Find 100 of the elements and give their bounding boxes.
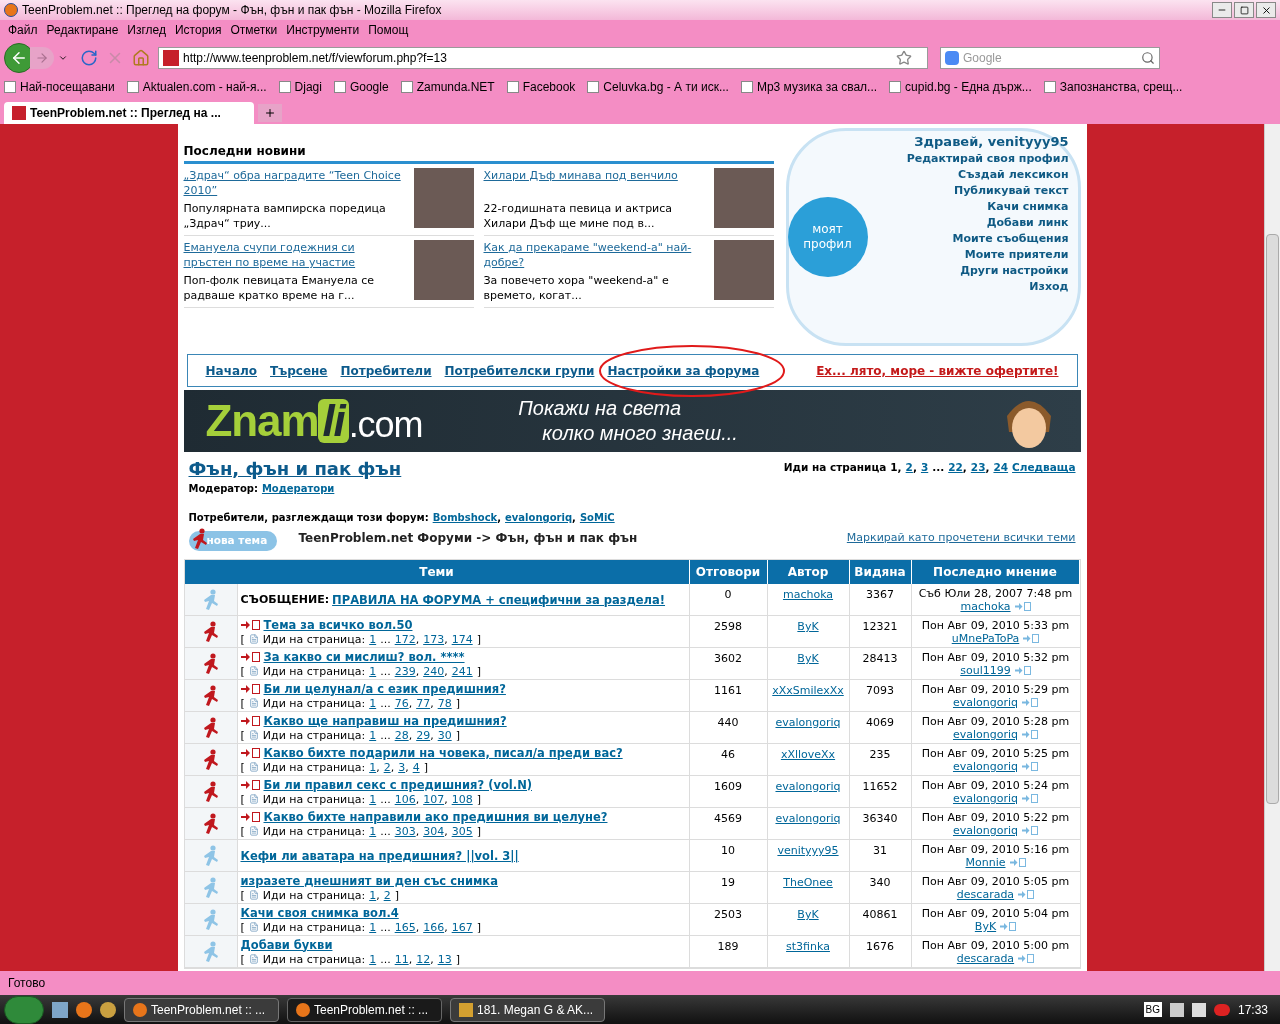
author-link[interactable]: xXlloveXx (780, 747, 836, 775)
page-link[interactable]: 4 (412, 760, 420, 774)
author-link[interactable]: evalongoriq (775, 715, 841, 743)
start-button[interactable] (4, 995, 44, 1024)
nav-link[interactable]: Начало (205, 363, 257, 378)
go-to-post-icon[interactable] (1018, 954, 1035, 963)
page-link[interactable]: 22 (948, 460, 963, 476)
search-icon[interactable] (1141, 50, 1155, 65)
bookmark-item[interactable]: Facebook (506, 78, 576, 96)
nav-link[interactable]: Потребителски групи (444, 363, 595, 378)
close-button[interactable] (1256, 2, 1276, 18)
reload-icon[interactable] (80, 48, 98, 67)
author-link[interactable]: ByK (797, 651, 819, 679)
go-to-post-icon[interactable] (1018, 890, 1035, 899)
topic-link[interactable]: Какво ще направиш на предишния? (263, 713, 507, 728)
menu-item[interactable]: Помощ (368, 21, 409, 39)
author-link[interactable]: venityyy95 (777, 843, 839, 871)
last-poster-link[interactable]: evalongoriq (952, 728, 1019, 741)
page-link[interactable]: 167 (451, 920, 473, 934)
go-to-post-icon[interactable] (1014, 602, 1031, 611)
page-link[interactable]: 78 (437, 696, 452, 710)
menu-item[interactable]: Отметки (230, 21, 278, 39)
scrollbar[interactable] (1264, 124, 1280, 971)
bookmark-item[interactable]: Най-посещавани (4, 78, 115, 96)
page-link[interactable]: 2 (383, 888, 391, 902)
bookmark-item[interactable]: Google (333, 78, 389, 96)
go-to-post-icon[interactable] (1009, 858, 1026, 867)
new-tab-button[interactable] (258, 104, 282, 122)
profile-link[interactable]: Редактирай своя профил (906, 151, 1069, 167)
page-link[interactable]: 239 (394, 664, 416, 678)
mark-read-link[interactable]: Маркирай като прочетени всички теми (846, 529, 1076, 547)
profile-link[interactable]: Изход (1029, 279, 1069, 295)
profile-link[interactable]: Публикувай текст (953, 183, 1069, 199)
news-link[interactable]: Как да прекараме "weekend-a" най-добре? (483, 240, 706, 270)
news-link[interactable]: Емануела счупи годежния си пръстен по време на участие (183, 240, 406, 270)
news-link[interactable]: „Здрач“ обра наградите “Teen Choice 2010” (183, 168, 406, 198)
topic-link[interactable]: Какво бихте направили ако предишния ви целуне? (263, 809, 608, 824)
page-link[interactable]: 77 (416, 696, 431, 710)
bookmark-item[interactable]: Celuvka.bg - А ти иск... (587, 78, 729, 96)
bookmark-star-icon[interactable] (896, 49, 912, 66)
profile-link[interactable]: Създай лексикон (958, 167, 1069, 183)
go-to-post-icon[interactable] (1022, 762, 1039, 771)
news-link[interactable]: Хилари Дъф минава под венчило (483, 168, 706, 183)
bookmark-item[interactable]: Aktualen.com - най-я... (126, 78, 267, 96)
go-to-post-icon[interactable] (1023, 634, 1040, 643)
page-link[interactable]: 28 (394, 728, 409, 742)
topic-link[interactable]: Тема за всичко вол.50 (263, 617, 413, 632)
page-link[interactable]: 1 (369, 632, 377, 646)
author-link[interactable]: TheOnee (783, 875, 833, 903)
browser-tab[interactable]: TeenProblem.net :: Преглед на ... (4, 102, 254, 124)
bookmark-item[interactable]: Запознанства, срещ... (1043, 78, 1183, 96)
page-link[interactable]: 1 (369, 824, 377, 838)
page-link[interactable]: 76 (394, 696, 409, 710)
bookmark-item[interactable]: Mp3 музика за свал... (740, 78, 878, 96)
last-poster-link[interactable]: descarada (956, 888, 1015, 901)
topic-link[interactable]: ПРАВИЛА НА ФОРУМА + специфични за раздела! (332, 592, 666, 607)
last-poster-link[interactable]: soul1199 (960, 664, 1011, 677)
page-link[interactable]: 305 (451, 824, 473, 838)
author-link[interactable]: ByK (797, 907, 819, 935)
taskbar-button[interactable]: TeenProblem.net :: ... (124, 997, 279, 1022)
page-link[interactable]: 106 (394, 792, 416, 806)
menu-item[interactable]: История (174, 21, 222, 39)
last-poster-link[interactable]: machoka (960, 600, 1011, 613)
page-link[interactable]: 1 (369, 696, 377, 710)
last-poster-link[interactable]: ByK (974, 920, 997, 933)
author-link[interactable]: ByK (797, 619, 819, 647)
page-link[interactable]: 107 (423, 792, 445, 806)
author-link[interactable]: st3finka (786, 939, 830, 967)
last-poster-link[interactable]: evalongoriq (952, 824, 1019, 837)
user-link[interactable]: SoMiC (579, 510, 615, 525)
page-link[interactable]: 1 (369, 728, 377, 742)
author-link[interactable]: xXxSmilexXx (772, 683, 844, 711)
page-link[interactable]: 1 (369, 920, 377, 934)
topic-link[interactable]: Качи своя снимка вол.4 (240, 905, 399, 920)
topic-link[interactable]: Би ли правил секс с предишния? (vol.N) (263, 777, 532, 792)
desktop-shortcut-icon[interactable] (52, 1001, 68, 1018)
page-link[interactable]: 165 (394, 920, 416, 934)
topic-link[interactable]: За какво си мислиш? вол. **** (263, 649, 465, 664)
topic-link[interactable]: Какво бихте подарили на човека, писал/а преди вас? (263, 745, 623, 760)
page-link[interactable]: 11 (394, 952, 409, 966)
banner-ad[interactable]: Znamli.com Покажи на света колко много знаеш... (183, 390, 1081, 452)
language-indicator[interactable]: BG (1143, 1002, 1162, 1017)
go-to-post-icon[interactable] (1022, 730, 1039, 739)
go-to-post-icon[interactable] (1000, 922, 1017, 931)
page-link[interactable]: 108 (451, 792, 473, 806)
menu-item[interactable]: Изглед (127, 21, 166, 39)
page-link[interactable]: 12 (416, 952, 431, 966)
bookmark-item[interactable]: Djagi (278, 78, 322, 96)
page-link[interactable]: 303 (394, 824, 416, 838)
author-link[interactable]: evalongoriq (775, 779, 841, 807)
last-poster-link[interactable]: uMnePaToPa (951, 632, 1020, 645)
home-icon[interactable] (132, 48, 150, 67)
forum-title-link[interactable]: Фън, фън и пак фън (188, 458, 402, 480)
last-poster-link[interactable]: evalongoriq (952, 696, 1019, 709)
taskbar-button[interactable]: 181. Megan G & AK... (450, 997, 605, 1022)
bookmark-item[interactable]: cupid.bg - Една държ... (889, 78, 1032, 96)
tray-icon[interactable] (1191, 1002, 1206, 1017)
page-link[interactable]: 1 (369, 664, 377, 678)
profile-link[interactable]: Моите приятели (964, 247, 1069, 263)
topic-link[interactable]: Би ли целунал/а с език предишния? (263, 681, 506, 696)
